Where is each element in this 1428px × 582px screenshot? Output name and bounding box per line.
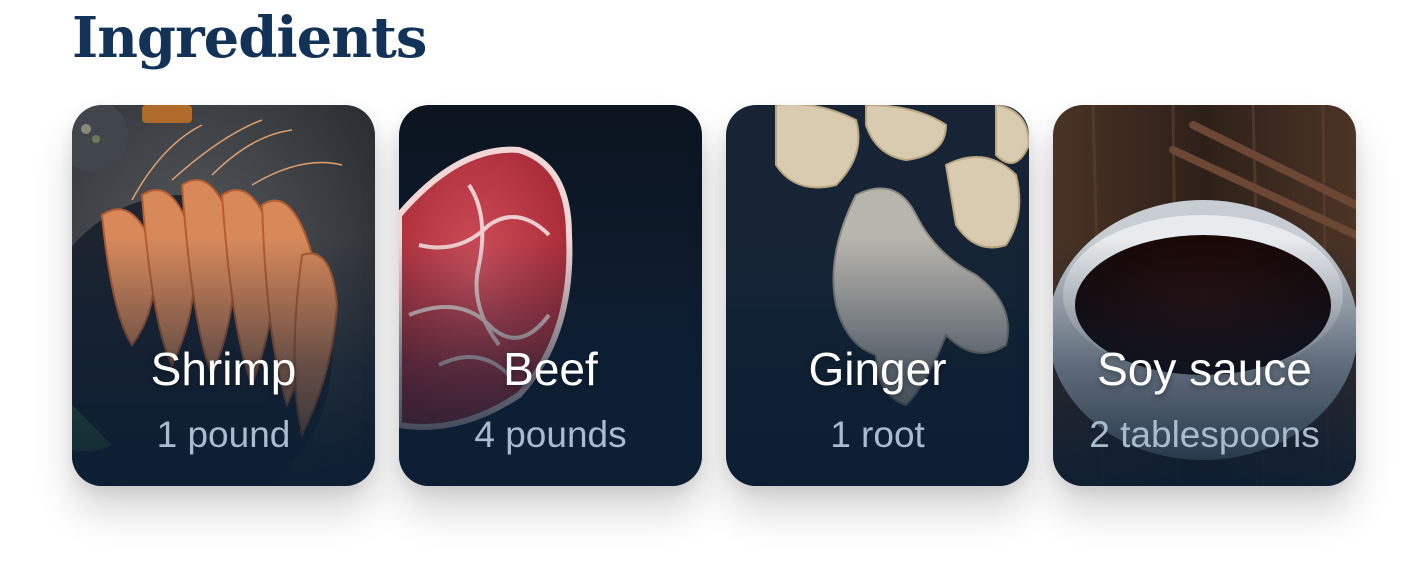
ingredients-section: Ingredients Shrimp 1 pound Beef 4 pounds… [0,0,1428,582]
ingredient-name: Ginger [808,343,947,395]
ingredient-name: Soy sauce [1097,343,1312,395]
ingredient-quantity: 1 pound [156,414,291,455]
ingredient-quantity: 2 tablespoons [1089,414,1320,455]
ingredient-name: Shrimp [150,343,297,395]
ingredient-quantity: 1 root [830,414,925,455]
section-title: Ingredients [72,5,427,71]
ingredient-quantity: 4 pounds [474,414,627,455]
ingredient-card-beef[interactable]: Beef 4 pounds [399,105,702,486]
ingredient-card-soy-sauce[interactable]: Soy sauce 2 tablespoons [1053,105,1356,486]
ingredient-cards: Shrimp 1 pound Beef 4 pounds Ginger 1 ro… [72,105,1356,486]
ingredient-name: Beef [503,343,598,395]
ingredient-card-shrimp[interactable]: Shrimp 1 pound [72,105,375,486]
ingredient-card-ginger[interactable]: Ginger 1 root [726,105,1029,486]
